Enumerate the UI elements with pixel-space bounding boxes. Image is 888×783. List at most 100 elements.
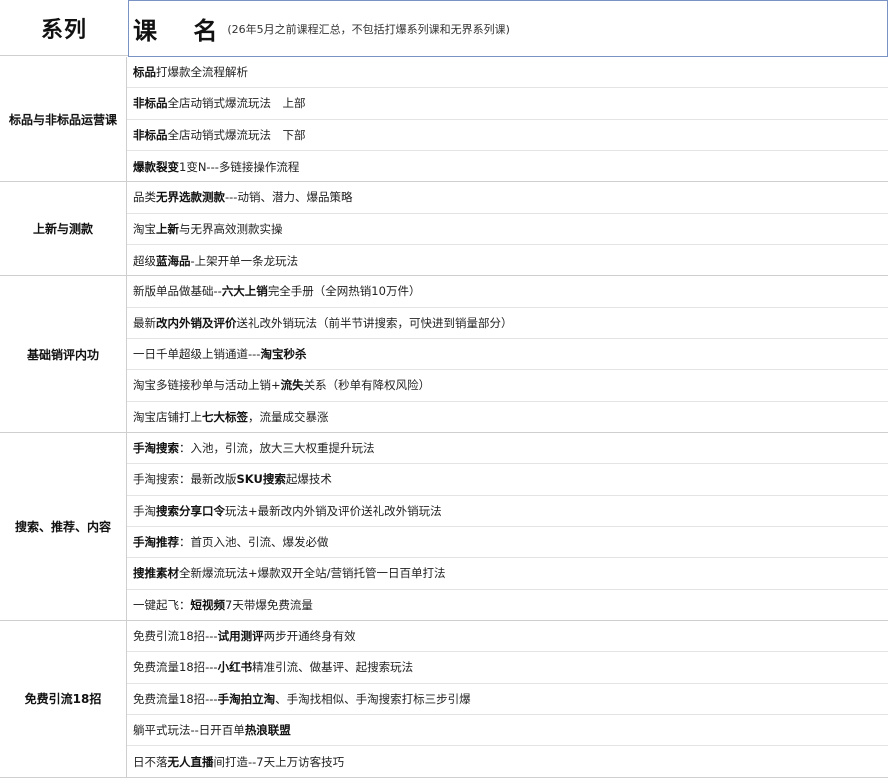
course-row[interactable]: 最新 改内外销及评价 送礼改外销玩法（前半节讲搜索，可快进到销量部分） <box>127 308 888 339</box>
course-row[interactable]: 手淘搜索：最新改版 SKU搜索 起爆技术 <box>127 464 888 496</box>
course-text: 精准引流、做基评、起搜索玩法 <box>252 660 414 675</box>
course-text: 7天带爆免费流量 <box>225 598 313 613</box>
course-text: 一键起飞： <box>133 598 191 613</box>
course-row[interactable]: 免费流量18招--- 手淘拍立淘 、手淘找相似、手淘搜索打标三步引爆 <box>127 684 888 715</box>
course-text: 新版单品做基础-- <box>133 284 222 299</box>
course-keyword: 无界选款测款 <box>156 190 225 205</box>
course-text: 间打造--7天上万访客技巧 <box>213 754 345 769</box>
course-text: 全店动销式爆流玩法 上部 <box>167 96 306 111</box>
course-header-label: 课 名 <box>133 17 232 45</box>
course-keyword: 手淘推荐 <box>133 535 179 550</box>
course-row[interactable]: 非标品 全店动销式爆流玩法 下部 <box>127 120 888 151</box>
course-row[interactable]: 手淘 搜索分享口令 玩法+最新改内外销及评价送礼改外销玩法 <box>127 496 888 527</box>
course-text: 躺平式玩法--日开百单 <box>133 723 245 738</box>
course-keyword: 上新 <box>156 221 179 236</box>
course-keyword: 小红书 <box>217 660 253 675</box>
course-keyword: 六大上销 <box>221 284 268 299</box>
header-series-cell: 系列 <box>0 0 128 56</box>
course-text: 最新 <box>133 315 156 330</box>
course-text: 1变N---多链接操作流程 <box>179 159 300 174</box>
course-text: 两步开通终身有效 <box>263 629 356 644</box>
course-text: 一日千单超级上销通道--- <box>133 347 261 362</box>
course-keyword: 手淘搜索 <box>133 441 179 456</box>
course-row[interactable]: 手淘搜索 ：入池，引流，放大三大权重提升玩法 <box>127 433 888 465</box>
course-keyword: 手淘拍立淘 <box>217 691 276 706</box>
series-label[interactable]: 搜索、推荐、内容 <box>0 433 126 620</box>
course-keyword: 试用测评 <box>217 629 264 644</box>
course-keyword: 短视频 <box>190 598 226 613</box>
course-row[interactable]: 新版单品做基础-- 六大上销 完全手册（全网热销10万件） <box>127 276 888 308</box>
course-text: 日不落 <box>133 754 168 769</box>
course-row[interactable]: 标品 打爆款全流程解析 <box>127 57 888 89</box>
course-row[interactable]: 日不落 无人直播 间打造--7天上万访客技巧 <box>127 746 888 777</box>
course-list: 标品 打爆款全流程解析 非标品 全店动销式爆流玩法 上部 非标品 全店动销式爆流玩法 下部… <box>126 57 888 182</box>
course-row[interactable]: 淘宝店铺打上 七大标签 ，流量成交暴涨 <box>127 402 888 433</box>
series-group: 上新与测款 品类 无界选款测款 ---动销、潜力、爆品策略 淘宝 上新 与无界高效测款实操超… <box>0 182 888 277</box>
course-row[interactable]: 搜推素材 全新爆流玩法+爆款双开全站/营销托管一日百单打法 <box>127 558 888 590</box>
course-list: 新版单品做基础-- 六大上销 完全手册（全网热销10万件） 最新 改内外销及评价 送礼改外… <box>126 276 888 432</box>
course-keyword: 七大标签 <box>202 410 248 425</box>
course-text: 与无界高效测款实操 <box>179 221 283 236</box>
course-keyword: 改内外销及评价 <box>156 315 237 330</box>
course-text: 、手淘找相似、手淘搜索打标三步引爆 <box>275 691 471 706</box>
course-keyword: 非标品 <box>133 96 168 111</box>
course-row[interactable]: 超级 蓝海品 -上架开单一条龙玩法 <box>127 245 888 276</box>
course-row[interactable]: 品类 无界选款测款 ---动销、潜力、爆品策略 <box>127 182 888 214</box>
course-row[interactable]: 非标品 全店动销式爆流玩法 上部 <box>127 88 888 120</box>
course-keyword: 淘宝秒杀 <box>260 347 307 362</box>
course-text: 全店动销式爆流玩法 下部 <box>167 127 306 142</box>
course-text: 关系（秒单有降权风险） <box>303 378 431 393</box>
course-text: 手淘 <box>133 503 156 518</box>
course-row[interactable]: 免费流量18招--- 小红书 精准引流、做基评、起搜索玩法 <box>127 652 888 684</box>
course-text: 免费流量18招--- <box>133 660 218 675</box>
header-course-cell[interactable]: 课 名 (26年5月之前课程汇总，不包括打爆系列课和无界系列课) <box>128 0 888 57</box>
course-keyword: 非标品 <box>133 127 168 142</box>
course-row[interactable]: 手淘推荐 ：首页入池、引流、爆发必做 <box>127 527 888 559</box>
course-table: 系列 课 名 (26年5月之前课程汇总，不包括打爆系列课和无界系列课) 标品与非… <box>0 0 888 783</box>
course-row[interactable]: 一键起飞： 短视频 7天带爆免费流量 <box>127 590 888 621</box>
course-text: 品类 <box>133 190 156 205</box>
course-keyword: 无人直播 <box>167 754 214 769</box>
series-header-label: 系列 <box>40 17 87 43</box>
course-text: 免费流量18招--- <box>133 691 218 706</box>
course-keyword: 热浪联盟 <box>244 723 291 738</box>
course-keyword: 搜推素材 <box>133 566 179 581</box>
course-text: 超级 <box>133 253 156 268</box>
course-row[interactable]: 一日千单超级上销通道--- 淘宝秒杀 <box>127 339 888 371</box>
series-label[interactable]: 免费引流18招 <box>0 621 126 777</box>
course-text: 免费引流18招--- <box>133 629 218 644</box>
series-label[interactable]: 上新与测款 <box>0 182 126 275</box>
course-keyword: SKU搜索 <box>236 472 286 487</box>
course-row[interactable]: 淘宝多链接秒单与活动上销+ 流失 关系（秒单有降权风险） <box>127 370 888 402</box>
course-text: 手淘搜索：最新改版 <box>133 472 237 487</box>
course-list: 品类 无界选款测款 ---动销、潜力、爆品策略 淘宝 上新 与无界高效测款实操 超级 蓝海品 -… <box>126 182 888 276</box>
course-text: 打爆款全流程解析 <box>156 65 248 80</box>
course-text: -上架开单一条龙玩法 <box>190 253 299 268</box>
course-row[interactable]: 爆款裂变 1变N---多链接操作流程 <box>127 151 888 182</box>
course-text: ---动销、潜力、爆品策略 <box>225 190 353 205</box>
series-group: 免费引流18招 免费引流18招--- 试用测评 两步开通终身有效 免费流量18招--- 小… <box>0 620 888 778</box>
course-row[interactable]: 躺平式玩法--日开百单 热浪联盟 <box>127 715 888 747</box>
course-keyword: 标品 <box>133 65 156 80</box>
series-group: 搜索、推荐、内容 手淘搜索 ：入池，引流，放大三大权重提升玩法 手淘搜索：最新改版 SK… <box>0 432 888 621</box>
course-text: 淘宝 <box>133 221 156 236</box>
course-keyword: 爆款裂变 <box>133 159 179 174</box>
course-text: 全新爆流玩法+爆款双开全站/营销托管一日百单打法 <box>179 566 446 581</box>
course-header-note: (26年5月之前课程汇总，不包括打爆系列课和无界系列课) <box>227 22 510 36</box>
course-text: ：入池，引流，放大三大权重提升玩法 <box>179 441 375 456</box>
series-label[interactable]: 基础销评内功 <box>0 276 126 432</box>
course-keyword: 蓝海品 <box>156 253 191 268</box>
course-text: 玩法+最新改内外销及评价送礼改外销玩法 <box>225 503 442 518</box>
course-text: 送礼改外销玩法（前半节讲搜索，可快进到销量部分） <box>236 315 513 330</box>
course-text: 淘宝店铺打上 <box>133 410 202 425</box>
series-label[interactable]: 标品与非标品运营课 <box>0 57 126 181</box>
course-list: 手淘搜索 ：入池，引流，放大三大权重提升玩法 手淘搜索：最新改版 SKU搜索 起爆技术手… <box>126 432 888 621</box>
course-text: 完全手册（全网热销10万件） <box>267 284 421 299</box>
course-keyword: 流失 <box>280 378 304 393</box>
course-text: 淘宝多链接秒单与活动上销+ <box>133 378 281 393</box>
course-text: 起爆技术 <box>285 472 332 487</box>
series-group: 标品与非标品运营课 标品 打爆款全流程解析 非标品 全店动销式爆流玩法 上部 非标品 全店动… <box>0 57 888 183</box>
course-row[interactable]: 免费引流18招--- 试用测评 两步开通终身有效 <box>127 621 888 653</box>
course-row[interactable]: 淘宝 上新 与无界高效测款实操 <box>127 214 888 245</box>
course-text: ：首页入池、引流、爆发必做 <box>179 535 329 550</box>
